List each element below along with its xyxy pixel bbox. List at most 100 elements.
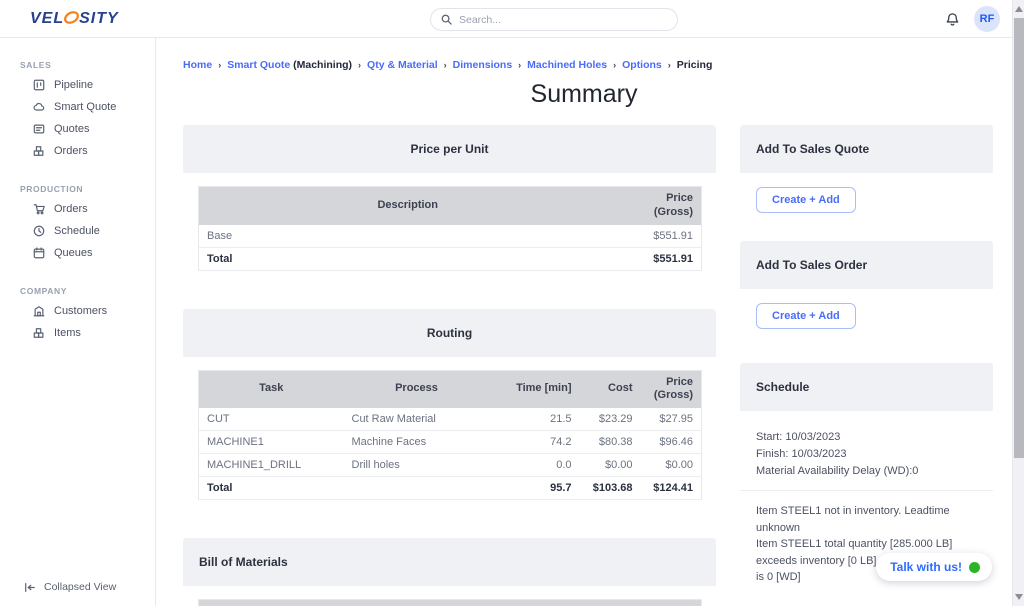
breadcrumb-dimensions[interactable]: Dimensions	[453, 59, 513, 71]
warning-line: Item STEEL1 not in inventory. Leadtime u…	[756, 503, 977, 536]
calendar-icon	[33, 247, 45, 259]
breadcrumb-smart-quote[interactable]: Smart Quote	[227, 59, 290, 71]
logo-text-right: SITY	[79, 10, 119, 28]
topbar: VEL SITY RF	[0, 0, 1024, 38]
cloud-icon	[33, 101, 45, 113]
sidebar-item-label: Pipeline	[54, 79, 93, 91]
col-header-extended-price: Extended Price	[648, 600, 702, 606]
sidebar-item-queues[interactable]: Queues	[0, 242, 155, 264]
breadcrumb-home[interactable]: Home	[183, 59, 212, 71]
total-row: Total 95.7 $103.68 $124.41	[199, 477, 702, 500]
main-content: Home › Smart Quote (Machining) › Qty & M…	[156, 38, 1012, 606]
scroll-down-arrow-icon[interactable]	[1015, 594, 1023, 600]
create-add-order-button[interactable]: Create + Add	[756, 303, 856, 329]
col-header-description: Description	[371, 600, 494, 606]
chat-widget[interactable]: Talk with us!	[876, 553, 992, 581]
collapse-left-icon	[24, 582, 36, 593]
logo-o-icon	[63, 9, 80, 26]
breadcrumb-options[interactable]: Options	[622, 59, 662, 71]
cell-time: 74.2	[490, 431, 580, 454]
cell-total-label: Total	[199, 477, 344, 500]
sidebar-item-production-orders[interactable]: Orders	[0, 198, 155, 220]
bom-table: Qty Part Number Description UOM Unit Cos…	[198, 599, 702, 606]
breadcrumb-qty-material[interactable]: Qty & Material	[367, 59, 438, 71]
quotes-icon	[33, 123, 45, 135]
bom-title: Bill of Materials	[199, 555, 288, 569]
breadcrumb-current: Pricing	[677, 59, 713, 71]
routing-title: Routing	[427, 326, 472, 340]
sidebar-item-quotes[interactable]: Quotes	[0, 118, 155, 140]
sidebar-item-pipeline[interactable]: Pipeline	[0, 74, 155, 96]
page-title: Summary	[156, 80, 1012, 109]
schedule-delay: Material Availability Delay (WD):0	[756, 463, 977, 480]
cell-total-time: 95.7	[490, 477, 580, 500]
cell-total-cost: $103.68	[580, 477, 641, 500]
schedule-title: Schedule	[756, 380, 809, 394]
global-search[interactable]	[430, 8, 678, 31]
bill-of-materials-card: Bill of Materials Qty Part Number Descri…	[183, 538, 716, 606]
breadcrumb-machined-holes[interactable]: Machined Holes	[527, 59, 607, 71]
chevron-right-icon: ›	[218, 60, 221, 70]
table-row: MACHINE1 Machine Faces 74.2 $80.38 $96.4…	[199, 431, 702, 454]
schedule-info: Start: 10/03/2023 Finish: 10/03/2023 Mat…	[756, 425, 977, 490]
user-avatar[interactable]: RF	[974, 6, 1000, 32]
sales-orders-icon	[33, 145, 45, 157]
chevron-right-icon: ›	[358, 60, 361, 70]
routing-table: Task Process Time [min] Cost Price (Gros…	[198, 370, 702, 501]
breadcrumb-suffix: (Machining)	[293, 59, 352, 71]
scrollbar-thumb[interactable]	[1014, 18, 1024, 458]
col-header-unit-cost: Unit Cost	[541, 600, 594, 606]
table-row: CUT Cut Raw Material 21.5 $23.29 $27.95	[199, 408, 702, 431]
sidebar: SALES Pipeline Smart Quote Quotes Orders…	[0, 38, 156, 606]
cell-total-price: $124.41	[641, 477, 702, 500]
create-add-quote-button[interactable]: Create + Add	[756, 187, 856, 213]
cell-description: Base	[199, 225, 617, 248]
sidebar-item-label: Customers	[54, 305, 107, 317]
sidebar-item-label: Items	[54, 327, 81, 339]
sidebar-item-smart-quote[interactable]: Smart Quote	[0, 96, 155, 118]
cell-cost: $0.00	[580, 454, 641, 477]
col-header-process: Process	[344, 370, 490, 408]
col-header-cost: Cost	[580, 370, 641, 408]
sidebar-item-schedule[interactable]: Schedule	[0, 220, 155, 242]
col-header-price-gross: Price (Gross)	[617, 187, 702, 225]
col-header-uom: UOM	[494, 600, 541, 606]
sidebar-item-label: Schedule	[54, 225, 100, 237]
cell-process: Cut Raw Material	[344, 408, 490, 431]
chevron-right-icon: ›	[613, 60, 616, 70]
cell-process: Drill holes	[344, 454, 490, 477]
table-row: MACHINE1_DRILL Drill holes 0.0 $0.00 $0.…	[199, 454, 702, 477]
total-row: Total $551.91	[199, 247, 702, 270]
notifications-bell-icon[interactable]	[945, 12, 960, 27]
cell-task: CUT	[199, 408, 344, 431]
cell-cost: $80.38	[580, 431, 641, 454]
sidebar-item-customers[interactable]: Customers	[0, 300, 155, 322]
velosity-logo[interactable]: VEL SITY	[30, 9, 119, 29]
cell-time: 0.0	[490, 454, 580, 477]
add-to-sales-quote-title: Add To Sales Quote	[756, 142, 869, 156]
building-icon	[33, 305, 45, 317]
price-per-unit-card: Price per Unit Description Price (Gross)…	[183, 125, 716, 285]
col-header-qty: Qty	[199, 600, 261, 606]
sidebar-item-sales-orders[interactable]: Orders	[0, 140, 155, 162]
table-row: Base $551.91	[199, 225, 702, 248]
scroll-up-arrow-icon[interactable]	[1015, 6, 1023, 12]
search-input[interactable]	[459, 14, 667, 26]
collapse-sidebar-button[interactable]: Collapsed View	[24, 581, 116, 593]
col-header-extended-cost: Extended Cost	[594, 600, 648, 606]
cell-price: $0.00	[641, 454, 702, 477]
sidebar-item-label: Quotes	[54, 123, 89, 135]
cell-time: 21.5	[490, 408, 580, 431]
col-header-part-number: Part Number	[261, 600, 371, 606]
col-header-time: Time [min]	[490, 370, 580, 408]
schedule-start: Start: 10/03/2023	[756, 429, 977, 446]
routing-card: Routing Task Process Time [min] Cost Pri…	[183, 309, 716, 515]
schedule-finish: Finish: 10/03/2023	[756, 446, 977, 463]
cell-price: $551.91	[617, 225, 702, 248]
cell-price: $27.95	[641, 408, 702, 431]
sidebar-item-items[interactable]: Items	[0, 322, 155, 344]
page-scrollbar[interactable]	[1012, 0, 1024, 606]
sidebar-item-label: Orders	[54, 145, 88, 157]
col-header-price-gross: Price (Gross)	[641, 370, 702, 408]
add-to-sales-order-card: Add To Sales Order Create + Add	[740, 241, 993, 343]
